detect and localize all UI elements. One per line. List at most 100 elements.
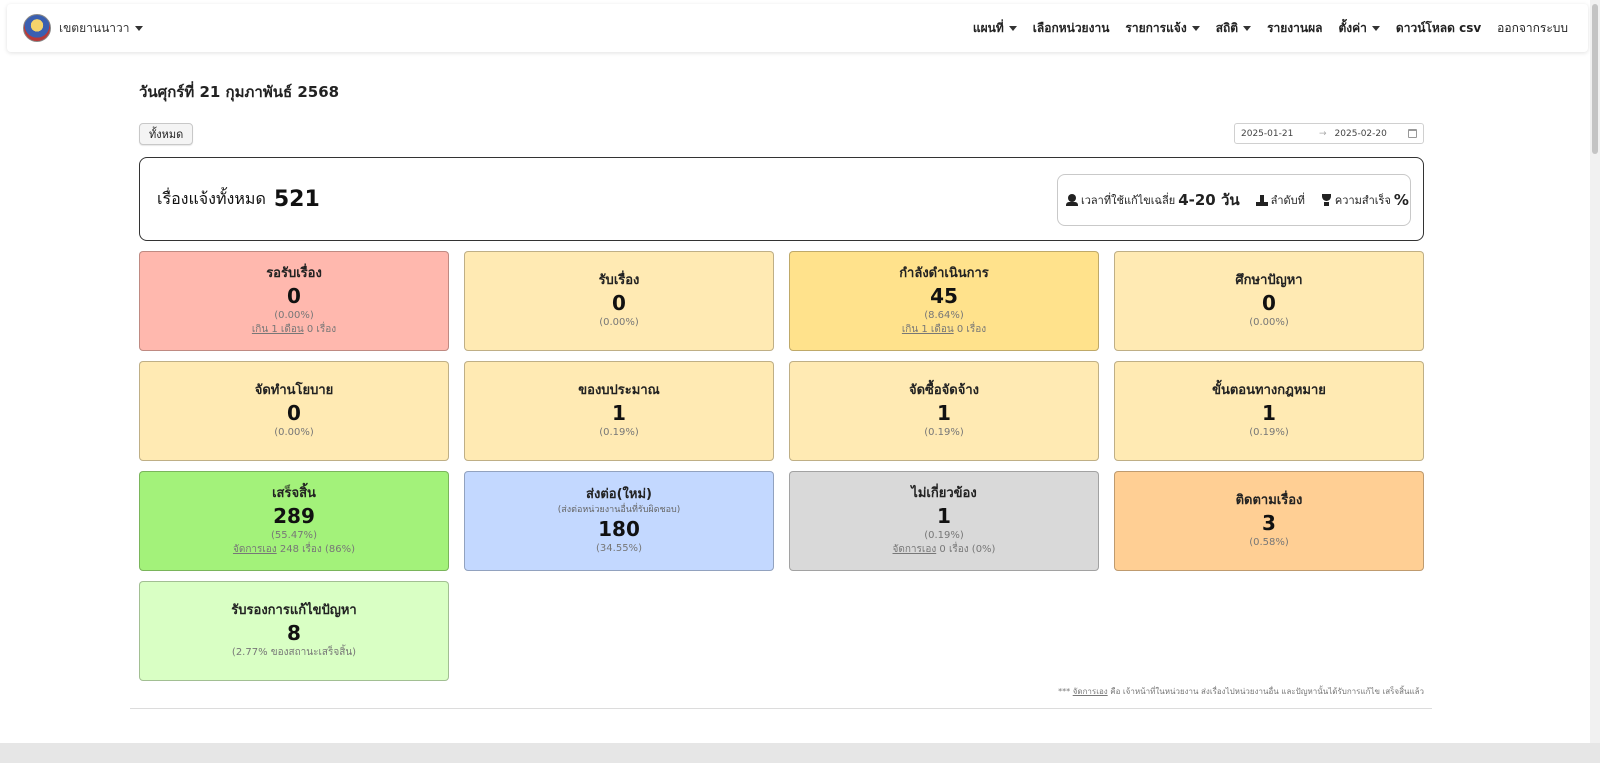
card-extra-link[interactable]: เกิน 1 เดือน xyxy=(252,324,304,335)
nav-item-3[interactable]: สถิติ xyxy=(1215,19,1252,38)
caret-down-icon xyxy=(1371,25,1380,31)
card-extra-text: 0 เรื่อง xyxy=(953,324,987,335)
nav-menu: แผนที่ เลือกหน่วยงาน รายการแจ้ง สถิติ รายงาน… xyxy=(973,19,1568,38)
card-percent: (55.47%) xyxy=(271,530,317,541)
card-title: จัดทำนโยบาย xyxy=(254,383,334,398)
summary-box: เรื่องแจ้งทั้งหมด 521 เวลาที่ใช้แก้ไขเฉล… xyxy=(139,157,1424,241)
card-percent: (0.19%) xyxy=(1249,427,1289,438)
brand-label: เขตยานนาวา xyxy=(59,20,130,35)
card-title: ติดตามเรื่อง xyxy=(1235,493,1303,508)
card-extra-text: 0 เรื่อง (0%) xyxy=(936,544,996,555)
status-card[interactable]: กำลังดำเนินการ 45 (8.64%) เกิน 1 เดือน 0 เร… xyxy=(789,251,1099,351)
card-title: รับรองการแก้ไขปัญหา xyxy=(231,603,357,618)
card-count: 180 xyxy=(598,517,640,541)
status-card[interactable]: รับรองการแก้ไขปัญหา 8 (2.77% ของสถานะเสร็จ… xyxy=(139,581,449,681)
card-extra-link[interactable]: เกิน 1 เดือน xyxy=(902,324,954,335)
nav-item-label: ออกจากระบบ xyxy=(1497,20,1568,35)
status-card[interactable]: รอรับเรื่อง 0 (0.00%) เกิน 1 เดือน 0 เรื่อง xyxy=(139,251,449,351)
nav-item-7[interactable]: ออกจากระบบ xyxy=(1497,19,1568,38)
card-count: 1 xyxy=(612,401,626,425)
nav-item-5[interactable]: ตั้งค่า xyxy=(1339,19,1380,38)
rank-stat: ลำดับที่ xyxy=(1255,191,1305,209)
status-card[interactable]: ติดตามเรื่อง 3 (0.58%) xyxy=(1114,471,1424,571)
card-title: ศึกษาปัญหา xyxy=(1235,273,1303,288)
nav-item-1[interactable]: เลือกหน่วยงาน xyxy=(1033,19,1110,38)
status-card[interactable]: เสร็จสิ้น 289 (55.47%) จัดการเอง 248 เรื่อง… xyxy=(139,471,449,571)
card-extra: จัดการเอง 0 เรื่อง (0%) xyxy=(893,543,996,557)
success-value: % xyxy=(1393,191,1409,209)
brand-dropdown[interactable]: เขตยานนาวา xyxy=(23,14,143,42)
status-card[interactable]: จัดทำนโยบาย 0 (0.00%) xyxy=(139,361,449,461)
card-percent: (0.19%) xyxy=(924,427,964,438)
status-card[interactable]: ของบประมาณ 1 (0.19%) xyxy=(464,361,774,461)
nav-item-label: สถิติ xyxy=(1215,20,1239,35)
status-card[interactable]: ศึกษาปัญหา 0 (0.00%) xyxy=(1114,251,1424,351)
card-extra: เกิน 1 เดือน 0 เรื่อง xyxy=(252,323,336,337)
section-divider xyxy=(130,708,1432,709)
status-card[interactable]: ไม่เกี่ยวข้อง 1 (0.19%) จัดการเอง 0 เรื่อง … xyxy=(789,471,1099,571)
card-title: ไม่เกี่ยวข้อง xyxy=(911,486,977,501)
nav-item-label: ดาวน์โหลด csv xyxy=(1395,20,1482,35)
card-extra-link[interactable]: จัดการเอง xyxy=(893,544,937,555)
summary-total: 521 xyxy=(273,186,320,212)
arrow-right-icon: → xyxy=(1319,128,1327,139)
caret-down-icon xyxy=(1008,25,1017,31)
card-count: 0 xyxy=(1262,291,1276,315)
card-title: ขั้นตอนทางกฎหมาย xyxy=(1212,383,1326,398)
card-extra: เกิน 1 เดือน 0 เรื่อง xyxy=(902,323,986,337)
status-card[interactable]: ส่งต่อ(ใหม่) (ส่งต่อหน่วยงานอื่นที่รับผิด… xyxy=(464,471,774,571)
status-card[interactable]: จัดซื้อจัดจ้าง 1 (0.19%) xyxy=(789,361,1099,461)
card-count: 1 xyxy=(937,401,951,425)
range-start-input[interactable]: 2025-01-21 xyxy=(1241,129,1311,139)
rank-label: ลำดับที่ xyxy=(1270,194,1305,207)
all-button[interactable]: ทั้งหมด xyxy=(139,123,194,145)
nav-item-label: แผนที่ xyxy=(972,20,1004,35)
nav-item-label: เลือกหน่วยงาน xyxy=(1032,20,1110,35)
card-title: จัดซื้อจัดจ้าง xyxy=(908,383,979,398)
range-end-input[interactable]: 2025-02-20 xyxy=(1335,129,1405,139)
date-range-picker[interactable]: 2025-01-21 → 2025-02-20 xyxy=(1234,123,1424,144)
card-percent: (0.00%) xyxy=(274,427,314,438)
card-count: 3 xyxy=(1262,511,1276,535)
card-percent: (0.00%) xyxy=(1249,317,1289,328)
nav-item-label: รายการแจ้ง xyxy=(1125,20,1187,35)
card-extra-text: 248 เรื่อง (86%) xyxy=(276,544,356,555)
scrollbar-thumb[interactable] xyxy=(1592,4,1598,154)
status-card[interactable]: รับเรื่อง 0 (0.00%) xyxy=(464,251,774,351)
card-subtitle: (ส่งต่อหน่วยงานอื่นที่รับผิดชอบ) xyxy=(557,505,681,515)
status-cards-grid: รอรับเรื่อง 0 (0.00%) เกิน 1 เดือน 0 เรื่อง… xyxy=(139,251,1424,681)
nav-item-2[interactable]: รายการแจ้ง xyxy=(1125,19,1200,38)
calendar-icon[interactable] xyxy=(1408,129,1417,138)
caret-down-icon xyxy=(1191,25,1200,31)
card-percent: (0.00%) xyxy=(274,310,314,321)
card-title: รอรับเรื่อง xyxy=(266,266,322,281)
avg-time-value: 4-20 วัน xyxy=(1178,191,1240,209)
card-extra-text: 0 เรื่อง xyxy=(303,324,337,335)
success-stat: ความสำเร็จ % xyxy=(1321,191,1409,209)
card-count: 0 xyxy=(612,291,626,315)
nav-item-label: ตั้งค่า xyxy=(1338,20,1367,35)
card-extra-link[interactable]: จัดการเอง xyxy=(233,544,277,555)
card-title: เสร็จสิ้น xyxy=(272,486,316,501)
status-card[interactable]: ขั้นตอนทางกฎหมาย 1 (0.19%) xyxy=(1114,361,1424,461)
card-title: กำลังดำเนินการ xyxy=(899,266,989,281)
horizontal-scrollbar[interactable] xyxy=(0,743,1600,763)
card-count: 289 xyxy=(273,504,315,528)
footnote-text: คือ เจ้าหน้าที่ในหน่วยงาน ส่งเรื่องไปหน่… xyxy=(1107,687,1424,696)
top-navbar: เขตยานนาวา แผนที่ เลือกหน่วยงาน รายการแจ้ง… xyxy=(7,4,1588,52)
podium-icon xyxy=(1255,194,1268,206)
avg-time-stat: เวลาที่ใช้แก้ไขเฉลี่ย 4-20 วัน xyxy=(1066,188,1240,212)
footnote: *** จัดการเอง คือ เจ้าหน้าที่ในหน่วยงาน … xyxy=(1058,685,1424,698)
card-percent: (34.55%) xyxy=(596,543,642,554)
card-count: 0 xyxy=(287,284,301,308)
nav-item-4[interactable]: รายงานผล xyxy=(1267,19,1322,38)
vertical-scrollbar[interactable] xyxy=(1590,0,1600,743)
card-title: ของบประมาณ xyxy=(578,383,660,398)
card-count: 45 xyxy=(930,284,958,308)
nav-item-0[interactable]: แผนที่ xyxy=(973,19,1017,38)
district-logo-icon xyxy=(23,14,51,42)
person-icon xyxy=(1066,194,1078,206)
footnote-link[interactable]: จัดการเอง xyxy=(1073,687,1108,696)
nav-item-6[interactable]: ดาวน์โหลด csv xyxy=(1396,19,1481,38)
card-count: 8 xyxy=(287,621,301,645)
